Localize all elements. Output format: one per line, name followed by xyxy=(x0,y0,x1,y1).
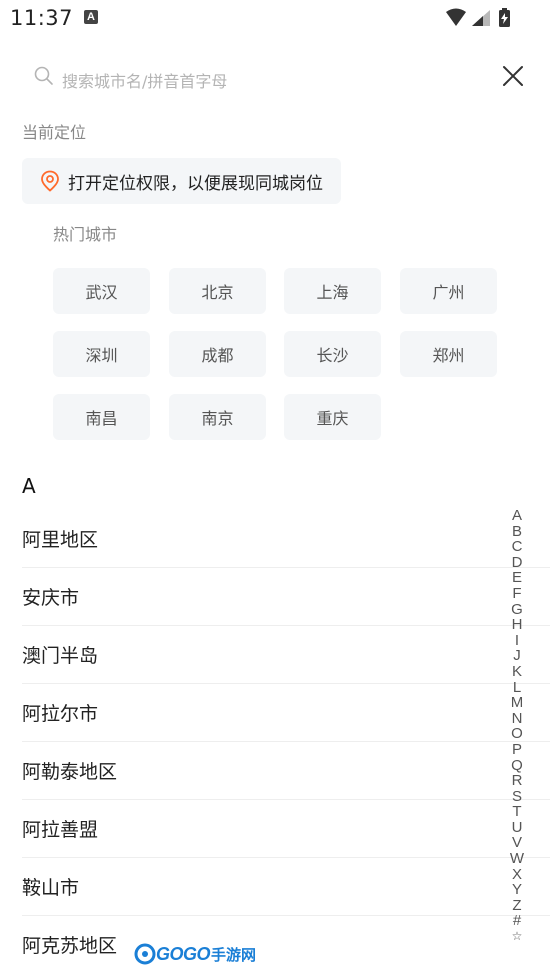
index-letter[interactable]: V xyxy=(512,835,522,851)
index-letter[interactable]: L xyxy=(513,679,521,696)
index-letter[interactable]: C xyxy=(512,539,523,555)
status-icons xyxy=(444,8,520,28)
notification-icon: A xyxy=(84,10,98,24)
hot-cities-label: 热门城市 xyxy=(53,225,118,244)
city-list-item[interactable]: 阿拉善盟 xyxy=(22,800,550,858)
status-bar: 11:37 A xyxy=(0,0,550,36)
index-letter[interactable]: H xyxy=(512,617,523,633)
index-letter[interactable]: J xyxy=(513,648,521,664)
index-letter[interactable]: B xyxy=(512,523,522,540)
city-list-item[interactable]: 澳门半岛 xyxy=(22,626,550,684)
current-location-label: 当前定位 xyxy=(22,123,87,142)
enable-location-text: 打开定位权限，以便展现同城岗位 xyxy=(68,173,323,194)
hot-city-button[interactable]: 重庆 xyxy=(284,394,381,440)
index-letter[interactable]: A xyxy=(512,508,522,524)
city-list-item[interactable]: 阿拉尔市 xyxy=(22,684,550,742)
alphabet-index-bar[interactable]: A B C D E F G H I J K L M N O P Q R S T … xyxy=(507,508,527,945)
watermark-text: 手游网 xyxy=(211,945,257,964)
search-input[interactable]: 搜索城市名/拼音首字母 xyxy=(62,68,227,92)
index-letter[interactable]: F xyxy=(512,586,521,602)
index-letter[interactable]: G xyxy=(511,601,523,618)
hot-city-button[interactable]: 武汉 xyxy=(53,268,150,314)
search-bar: 搜索城市名/拼音首字母 xyxy=(0,58,550,102)
index-letter[interactable]: E xyxy=(512,570,522,586)
close-icon[interactable] xyxy=(501,64,525,88)
hot-city-button[interactable]: 北京 xyxy=(169,268,266,314)
index-letter[interactable]: S xyxy=(512,789,522,805)
enable-location-button[interactable]: 打开定位权限，以便展现同城岗位 xyxy=(22,158,341,204)
index-letter[interactable]: M xyxy=(511,695,524,711)
index-letter[interactable]: ☆ xyxy=(512,929,523,945)
index-letter[interactable]: # xyxy=(513,913,521,929)
hot-city-button[interactable]: 郑州 xyxy=(400,331,497,377)
hot-city-button[interactable]: 南昌 xyxy=(53,394,150,440)
index-letter[interactable]: Y xyxy=(512,882,522,898)
hot-city-button[interactable]: 南京 xyxy=(169,394,266,440)
index-letter[interactable]: K xyxy=(512,664,522,680)
index-letter[interactable]: N xyxy=(512,711,523,727)
index-letter[interactable]: P xyxy=(512,742,522,758)
watermark-logo-icon xyxy=(134,943,156,965)
index-letter[interactable]: Z xyxy=(512,898,521,914)
search-icon xyxy=(34,66,53,85)
wifi-signal-battery-icon xyxy=(446,8,510,27)
index-letter[interactable]: Q xyxy=(511,757,523,774)
index-letter[interactable]: X xyxy=(512,867,522,883)
index-letter[interactable]: R xyxy=(512,773,523,789)
hot-city-button[interactable]: 成都 xyxy=(169,331,266,377)
hot-city-button[interactable]: 深圳 xyxy=(53,331,150,377)
hot-city-button[interactable]: 上海 xyxy=(284,268,381,314)
index-letter[interactable]: W xyxy=(510,851,524,867)
city-list-item[interactable]: 鞍山市 xyxy=(22,858,550,916)
hot-city-button[interactable]: 广州 xyxy=(400,268,497,314)
index-letter[interactable]: O xyxy=(511,726,523,742)
watermark: GOGO 手游网 xyxy=(134,938,256,970)
city-list-item[interactable]: 阿勒泰地区 xyxy=(22,742,550,800)
index-letter[interactable]: D xyxy=(512,555,523,571)
hot-city-button[interactable]: 长沙 xyxy=(284,331,381,377)
watermark-logo-text: GOGO xyxy=(156,943,211,964)
city-list-item[interactable]: 阿克苏地区 xyxy=(22,916,550,973)
index-letter[interactable]: T xyxy=(512,804,521,820)
section-letter-heading: A xyxy=(22,474,36,498)
index-letter[interactable]: I xyxy=(515,633,519,649)
location-pin-icon xyxy=(41,170,59,192)
city-list: 阿里地区 安庆市 澳门半岛 阿拉尔市 阿勒泰地区 阿拉善盟 鞍山市 阿克苏地区 xyxy=(22,510,550,973)
index-letter[interactable]: U xyxy=(512,820,523,836)
city-list-item[interactable]: 阿里地区 xyxy=(22,510,550,568)
status-time: 11:37 xyxy=(10,6,74,30)
city-list-item[interactable]: 安庆市 xyxy=(22,568,550,626)
